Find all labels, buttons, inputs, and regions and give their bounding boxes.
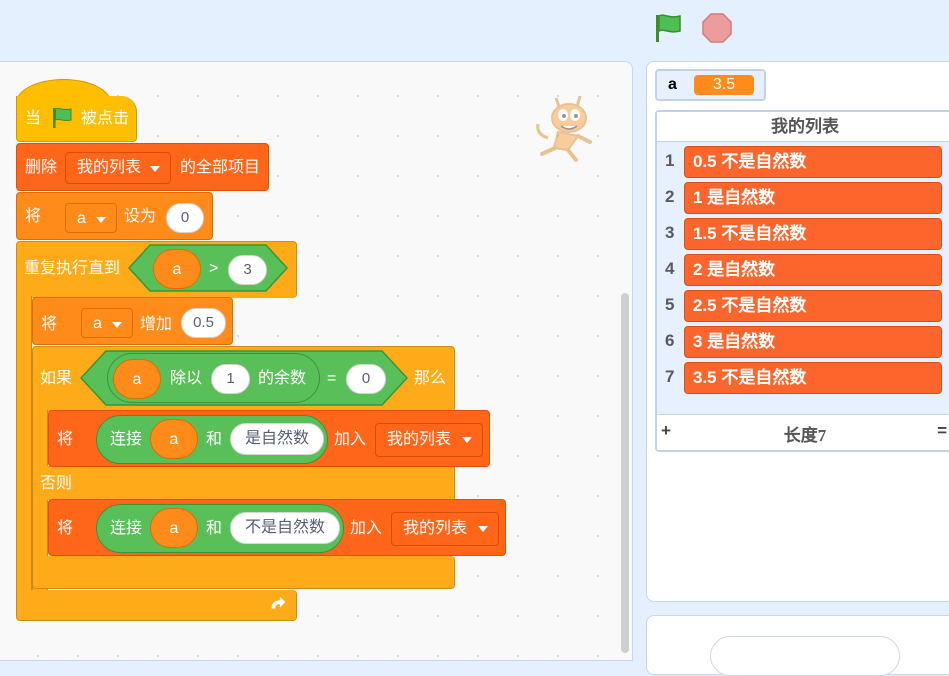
list-dropdown[interactable]: 我的列表 <box>375 423 483 457</box>
list-dropdown[interactable]: 我的列表 <box>65 152 171 184</box>
list-item[interactable]: 1 是自然数 <box>684 182 942 214</box>
list-monitor-title: 我的列表 <box>657 112 949 142</box>
remainder-label: 的余数 <box>258 370 307 387</box>
set-value-input[interactable]: 0 <box>166 203 204 233</box>
add-to-list-block[interactable]: 将 连接 a 和 不是自然数 加入 我的列表 <box>48 499 506 556</box>
stage-header <box>0 0 949 60</box>
list-dropdown[interactable]: 我的列表 <box>391 512 499 546</box>
join-label: 连接 <box>110 431 143 448</box>
list-index: 6 <box>665 331 675 350</box>
list-index: 5 <box>665 295 675 314</box>
list-index: 2 <box>665 187 675 206</box>
list-item[interactable]: 2 是自然数 <box>684 254 942 286</box>
when-flag-clicked-block[interactable]: 当 被点击 <box>16 96 137 142</box>
resize-handle[interactable]: = <box>937 421 947 441</box>
mod-label: 除以 <box>170 370 203 387</box>
repeat-until-label: 重复执行直到 <box>24 260 121 277</box>
change-by-label: 增加 <box>140 316 173 333</box>
add-to-list-block[interactable]: 将 连接 a 和 是自然数 加入 我的列表 <box>48 410 490 467</box>
set-label: 将 <box>25 208 42 225</box>
list-length-label: 长度7 <box>783 426 827 445</box>
var-reporter-a[interactable]: a <box>150 419 198 459</box>
list-index: 1 <box>665 151 675 170</box>
variable-monitor-name: a <box>668 76 677 93</box>
var-reporter-a[interactable]: a <box>153 249 201 289</box>
variable-dropdown-value: a <box>93 315 102 332</box>
list-dropdown-value: 我的列表 <box>387 431 452 448</box>
sprite-tile[interactable] <box>710 636 900 676</box>
var-reporter-a[interactable]: a <box>113 359 161 399</box>
add-label: 将 <box>57 431 74 448</box>
hat-when-text: 当 <box>25 110 42 127</box>
and-label: 和 <box>206 431 223 448</box>
mod-divisor-input[interactable]: 1 <box>211 364 250 394</box>
repeat-until-arm <box>16 296 32 596</box>
greater-than-symbol: > <box>209 260 219 277</box>
change-value-input[interactable]: 0.5 <box>181 308 226 338</box>
delete-all-of-list-block[interactable]: 删除 我的列表 的全部项目 <box>16 143 269 191</box>
add-label: 将 <box>57 520 74 537</box>
stop-icon[interactable] <box>701 12 733 44</box>
repeat-until-value-input[interactable]: 3 <box>228 255 267 285</box>
list-index: 3 <box>665 223 675 242</box>
add-to-label: 加入 <box>334 431 367 448</box>
equals-symbol: = <box>327 370 337 387</box>
variable-dropdown[interactable]: a <box>65 203 117 233</box>
list-item[interactable]: 1.5 不是自然数 <box>684 218 942 250</box>
list-monitor-footer: + 长度7 = <box>657 414 949 450</box>
change-variable-block[interactable]: 将 a 增加 0.5 <box>32 297 233 345</box>
chevron-down-icon <box>150 166 160 172</box>
chevron-down-icon <box>112 322 122 328</box>
equals-value-input[interactable]: 0 <box>346 364 386 394</box>
list-dropdown-value: 我的列表 <box>403 520 468 537</box>
set-to-label: 设为 <box>124 208 157 225</box>
variable-dropdown-value: a <box>77 210 86 227</box>
green-flag-icon <box>53 107 72 128</box>
variable-monitor[interactable]: a 3.5 <box>655 69 766 101</box>
green-flag-icon[interactable] <box>652 12 684 44</box>
sprite-cat-icon <box>536 95 592 162</box>
list-item[interactable]: 3 是自然数 <box>684 326 942 358</box>
variable-dropdown[interactable]: a <box>81 308 133 338</box>
else-label: 否则 <box>40 475 73 492</box>
hat-clicked-text: 被点击 <box>81 110 130 127</box>
join-text-input[interactable]: 是自然数 <box>230 423 324 455</box>
add-to-label: 加入 <box>350 520 383 537</box>
list-dropdown-value: 我的列表 <box>77 159 142 176</box>
change-label: 将 <box>41 316 58 333</box>
chevron-down-icon <box>462 437 472 443</box>
list-item[interactable]: 0.5 不是自然数 <box>684 146 942 178</box>
chevron-down-icon <box>96 217 106 223</box>
then-label: 那么 <box>414 370 447 387</box>
repeat-loop-arrow-icon <box>271 596 286 609</box>
join-label: 连接 <box>110 520 143 537</box>
list-item[interactable]: 3.5 不是自然数 <box>684 362 942 394</box>
variable-monitor-value: 3.5 <box>694 75 754 95</box>
set-variable-block[interactable]: 将 a 设为 0 <box>16 192 213 240</box>
delete-suffix: 的全部项目 <box>180 159 261 176</box>
if-else-middle <box>32 466 455 500</box>
list-item[interactable]: 2.5 不是自然数 <box>684 290 942 322</box>
workspace-scrollbar[interactable] <box>621 293 629 653</box>
list-monitor[interactable]: 我的列表 1 0.5 不是自然数 2 1 是自然数 3 1.5 不是自然数 4 … <box>655 110 949 452</box>
var-reporter-a[interactable]: a <box>150 508 198 548</box>
repeat-until-bottom <box>16 590 297 621</box>
list-index: 7 <box>665 367 675 386</box>
list-index: 4 <box>665 259 675 278</box>
join-text-input[interactable]: 不是自然数 <box>230 512 340 544</box>
and-label: 和 <box>206 520 223 537</box>
delete-label: 删除 <box>25 159 58 176</box>
if-else-bottom <box>32 556 455 589</box>
if-label: 如果 <box>40 370 73 387</box>
chevron-down-icon <box>478 526 488 532</box>
